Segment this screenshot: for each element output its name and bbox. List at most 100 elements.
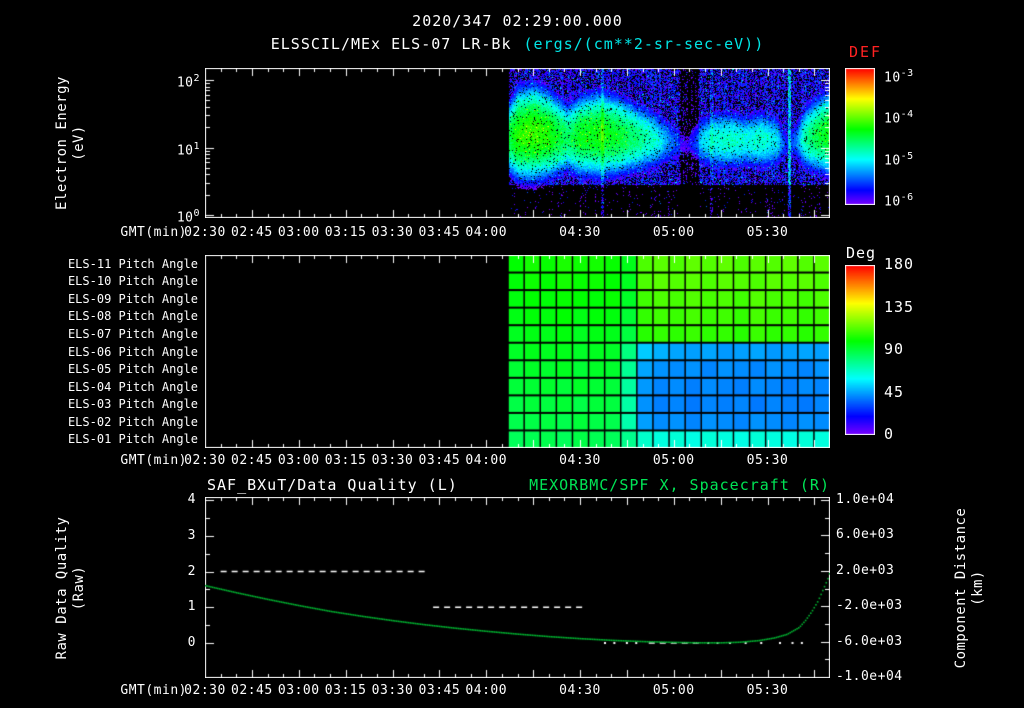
energy-tick-label-base: 10 [176, 75, 194, 91]
deg-tick-label: 0 [884, 425, 895, 443]
x-tick-label: 05:30 [746, 453, 789, 468]
plot-title-line: ELSSCIL/MEx ELS-07 LR-Bk (ergs/(cm**2-sr-… [105, 36, 930, 53]
x-tick-label: 03:00 [277, 683, 320, 698]
els-quicklook-plot: 2020/347 02:29:00.000 ELSSCIL/MEx ELS-07… [0, 0, 1024, 708]
x-tick-label: 03:15 [324, 683, 367, 698]
x-tick-label: 05:00 [652, 225, 695, 240]
x-tick-label: 04:00 [465, 225, 508, 240]
def-scale-tick-label-base: 10 [884, 152, 901, 168]
x-tick-label: 05:30 [746, 225, 789, 240]
x-tick-label: 03:15 [324, 225, 367, 240]
x-tick-label: 03:30 [371, 453, 414, 468]
def-scale-tick-label-base: 10 [884, 70, 901, 86]
x-tick-label: 04:00 [465, 683, 508, 698]
x-tick-label: 03:45 [418, 683, 461, 698]
def-scale-tick-label: 10-3 [884, 66, 954, 85]
def-colorbar [845, 68, 875, 205]
def-scale-tick-label-exp: -5 [900, 150, 914, 162]
x-tick-label: 03:00 [277, 453, 320, 468]
x-tick-label: 03:30 [371, 225, 414, 240]
pitch-row-label: ELS-03 Pitch Angle [67, 397, 198, 412]
pitch-row-label: ELS-06 Pitch Angle [67, 344, 198, 359]
energy-tick-label-base: 10 [176, 210, 194, 226]
left-series-title: SAF_BXuT/Data Quality (L) [207, 476, 458, 494]
x-tick-label: 03:30 [371, 683, 414, 698]
deg-colorbar [845, 265, 875, 435]
distance-axis-title-line2: (km) [970, 570, 986, 606]
distance-tick-label: 2.0e+03 [836, 562, 895, 578]
x-tick-label: 02:45 [231, 453, 273, 468]
energy-tick-label-exp: 0 [193, 208, 200, 219]
x-tick-label: 02:45 [231, 683, 273, 698]
def-scale-tick-label-exp: -6 [900, 191, 914, 203]
pitch-row-label: ELS-04 Pitch Angle [67, 379, 198, 394]
right-series-title: MEXORBMC/SPF X, Spacecraft (R) [529, 476, 830, 494]
pitch-row-label: ELS-01 Pitch Angle [67, 432, 198, 447]
def-scale-tick-label: 10-4 [884, 107, 954, 126]
x-tick-label: 05:00 [652, 683, 695, 698]
def-scale-tick-label: 10-6 [884, 190, 954, 209]
x-tick-label: 04:30 [559, 453, 601, 468]
quality-axis-title-line1: Raw Data Quality [54, 516, 70, 660]
units-label: (ergs/(cm**2-sr-sec-eV)) [523, 35, 765, 53]
gmt-axis-label: GMT(min) [120, 683, 187, 698]
x-tick-label: 05:00 [652, 453, 695, 468]
quality-axis-title: Raw Data Quality (Raw) [54, 503, 88, 673]
deg-tick-label: 135 [884, 297, 915, 316]
x-tick-label: 04:00 [465, 453, 508, 468]
energy-tick-label-exp: 1 [193, 140, 200, 152]
def-scale-tick-label-base: 10 [884, 111, 901, 127]
energy-tick-label-base: 10 [176, 142, 194, 158]
pitch-row-label: ELS-10 Pitch Angle [67, 274, 198, 289]
energy-tick-label-exp: 2 [193, 73, 200, 84]
distance-tick-label: -6.0e+03 [836, 633, 903, 649]
distance-tick-label: -1.0e+04 [836, 669, 903, 684]
x-tick-label: 03:15 [324, 453, 367, 468]
pitch-angle-canvas [205, 255, 830, 448]
pitch-row-label: ELS-07 Pitch Angle [67, 326, 198, 341]
quality-tick-label: 4 [187, 492, 196, 507]
timestamp: 2020/347 02:29:00.000 [412, 12, 623, 30]
x-tick-label: 02:30 [184, 453, 226, 468]
energy-axis-title: Electron Energy (eV) [54, 68, 88, 218]
energy-tick-label: 102 [150, 71, 200, 90]
pitch-row-label: ELS-08 Pitch Angle [67, 309, 198, 324]
def-scale-tick-label: 10-5 [884, 149, 954, 168]
deg-colorbar-title: Deg [846, 244, 877, 262]
spectrogram-canvas [205, 68, 830, 218]
pitch-row-label: ELS-09 Pitch Angle [67, 291, 198, 306]
x-tick-label: 03:45 [418, 453, 461, 468]
x-tick-label: 02:30 [184, 683, 226, 698]
deg-tick-label: 45 [884, 382, 905, 401]
instrument-title: ELSSCIL/MEx ELS-07 LR-Bk [270, 35, 512, 53]
energy-axis-title-line1: Electron Energy [54, 76, 70, 210]
x-tick-label: 02:30 [184, 225, 226, 240]
x-tick-label: 03:45 [418, 225, 461, 240]
quality-tick-label: 0 [187, 635, 196, 650]
energy-axis-title-line2: (eV) [71, 125, 87, 161]
def-scale-tick-label-exp: -4 [900, 109, 914, 121]
def-scale-tick-label-base: 10 [884, 194, 901, 210]
quality-tick-label: 2 [187, 563, 196, 579]
energy-tick-label: 100 [150, 206, 200, 225]
x-tick-label: 04:30 [559, 225, 601, 240]
distance-tick-label: -2.0e+03 [836, 598, 903, 614]
distance-tick-label: 1.0e+04 [836, 492, 895, 507]
deg-tick-label: 90 [884, 340, 905, 358]
distance-axis-title: Component Distance (km) [953, 493, 987, 683]
def-colorbar-title: DEF [849, 43, 883, 61]
x-tick-label: 05:30 [746, 683, 789, 698]
x-tick-label: 02:45 [231, 225, 273, 240]
gmt-axis-label: GMT(min) [120, 453, 187, 468]
distance-axis-title-line1: Component Distance [953, 507, 969, 669]
distance-tick-label: 6.0e+03 [836, 527, 895, 543]
def-scale-tick-label-exp: -3 [900, 68, 914, 79]
pitch-row-label: ELS-05 Pitch Angle [67, 362, 198, 377]
x-tick-label: 04:30 [559, 683, 601, 698]
gmt-axis-label: GMT(min) [120, 225, 187, 240]
quality-tick-label: 3 [187, 527, 196, 543]
quality-tick-label: 1 [187, 599, 196, 615]
pitch-row-label: ELS-11 Pitch Angle [67, 256, 198, 271]
x-tick-label: 03:00 [277, 225, 320, 240]
deg-tick-label: 180 [884, 255, 915, 273]
